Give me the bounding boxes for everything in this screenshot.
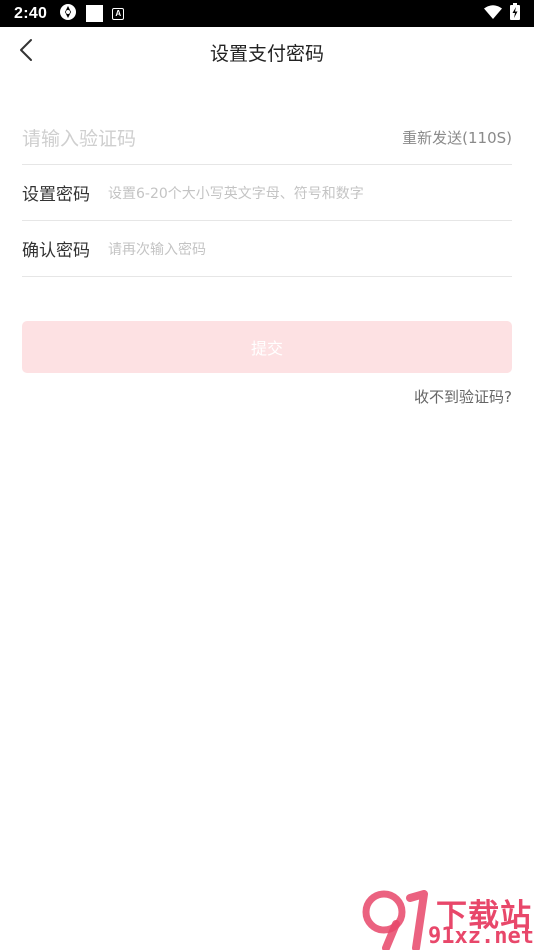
set-password-label: 设置密码 [22, 185, 90, 205]
status-icons-left: A [59, 3, 125, 25]
confirm-password-row: 确认密码 请再次输入密码 [22, 221, 512, 277]
confirm-password-input[interactable]: 请再次输入密码 [108, 239, 206, 259]
submit-button-label: 提交 [250, 339, 283, 358]
resend-code-button[interactable]: 重新发送(110S) [402, 127, 512, 148]
verification-code-row: 请输入验证码 重新发送(110S) [22, 110, 512, 165]
watermark-logo-icon [362, 890, 432, 950]
sync-icon [59, 3, 77, 25]
no-code-link[interactable]: 收不到验证码? [414, 386, 512, 407]
app-notification-icon: A [112, 7, 125, 20]
set-password-row: 设置密码 设置6-20个大小写英文字母、符号和数字 [22, 165, 512, 221]
set-password-input[interactable]: 设置6-20个大小写英文字母、符号和数字 [108, 183, 364, 203]
battery-charging-icon [510, 3, 520, 24]
status-bar: 2:40 A [0, 0, 534, 27]
page-title: 设置支付密码 [209, 43, 324, 65]
watermark-text-bottom: 91xz.net [428, 924, 534, 949]
payment-password-form: 请输入验证码 重新发送(110S) 设置密码 设置6-20个大小写英文字母、符号… [22, 110, 512, 277]
nav-bar: 设置支付密码 [0, 27, 534, 77]
status-time: 2:40 [14, 4, 48, 22]
white-square-icon [86, 5, 104, 22]
watermark: 下载站 91xz.net [362, 888, 534, 950]
submit-button[interactable]: 提交 [22, 321, 512, 373]
confirm-password-label: 确认密码 [22, 241, 90, 261]
status-icons-right [484, 3, 520, 24]
verification-code-input[interactable]: 请输入验证码 [22, 124, 402, 151]
wifi-icon [484, 4, 502, 23]
